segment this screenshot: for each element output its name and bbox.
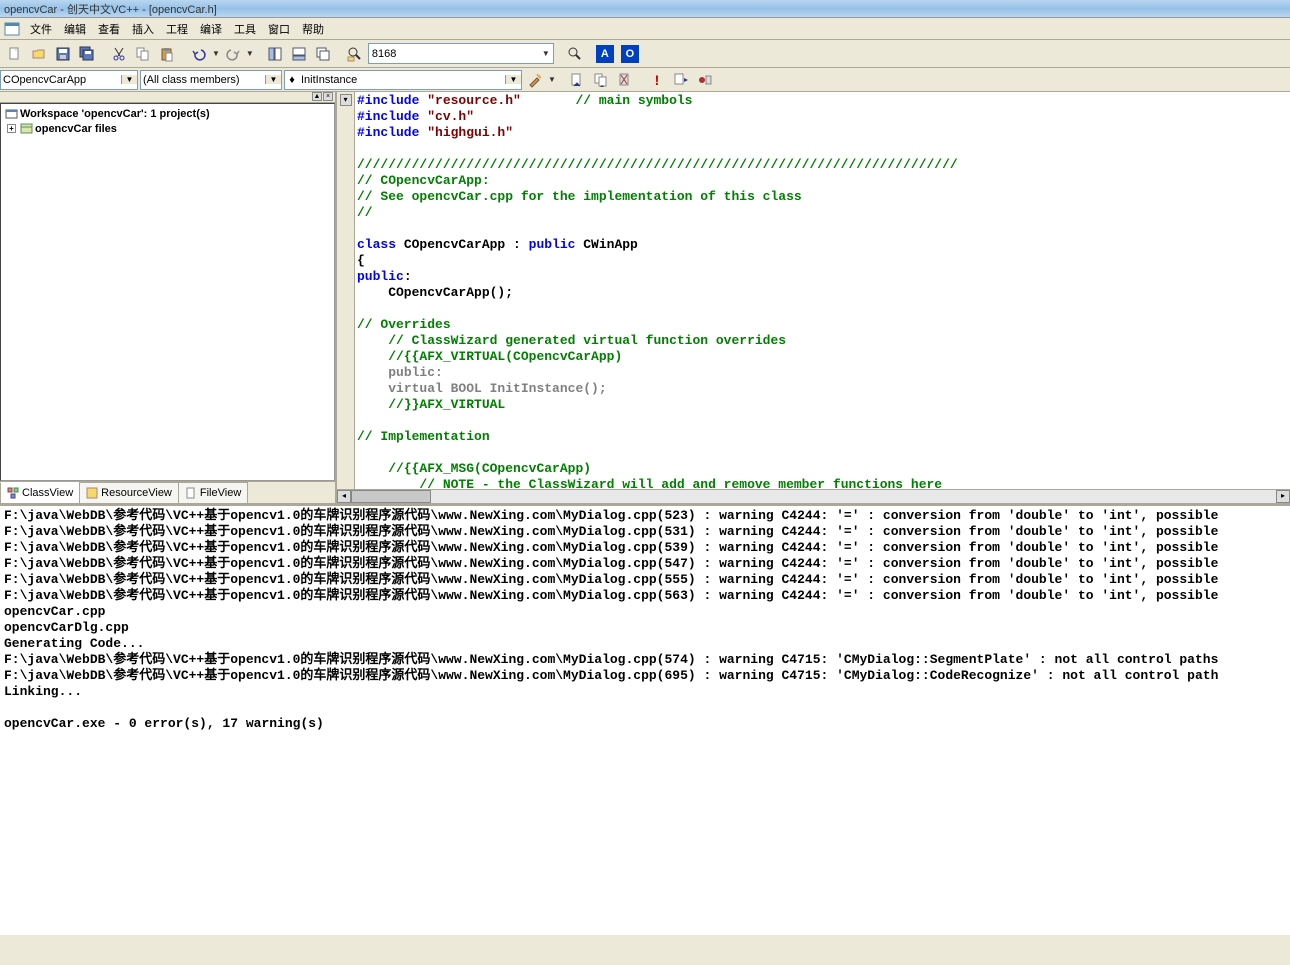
menu-view[interactable]: 查看 <box>92 19 126 39</box>
member-filter-value: (All class members) <box>141 74 265 86</box>
save-all-button[interactable] <box>76 43 98 65</box>
workspace-tree[interactable]: Workspace 'opencvCar': 1 project(s) + op… <box>0 103 335 481</box>
classview-icon <box>7 487 19 499</box>
expand-icon[interactable]: + <box>7 124 16 133</box>
menu-file[interactable]: 文件 <box>24 19 58 39</box>
project-label: opencvCar files <box>35 123 117 135</box>
class-combo-value: COpencvCarApp <box>1 74 121 86</box>
menu-bar: 文件 编辑 查看 插入 工程 编译 工具 窗口 帮助 <box>0 18 1290 40</box>
bookmark-toggle[interactable]: ▾ <box>340 94 352 106</box>
function-icon: ♦ <box>285 74 299 86</box>
sidebar-handles: ▲ × <box>0 92 335 103</box>
paste-button[interactable] <box>156 43 178 65</box>
workspace-icon <box>5 107 18 120</box>
sidebar-tabs: ClassView ResourceView FileView <box>0 481 335 503</box>
project-icon <box>20 122 33 135</box>
compile-button[interactable] <box>566 69 588 91</box>
scroll-thumb[interactable] <box>351 490 431 503</box>
redo-button[interactable] <box>222 43 244 65</box>
tab-classview[interactable]: ClassView <box>0 482 80 503</box>
classview-label: ClassView <box>22 487 73 499</box>
exclaim-icon: ! <box>655 72 660 88</box>
wizard-bar: COpencvCarApp ▼ (All class members) ▼ ♦ … <box>0 68 1290 92</box>
scroll-track[interactable] <box>351 490 1276 503</box>
code-editor[interactable]: #include "resource.h" // main symbols#in… <box>355 92 1290 489</box>
class-combo-arrow[interactable]: ▼ <box>121 75 137 84</box>
find-dropdown-arrow[interactable]: ▼ <box>542 49 550 58</box>
output-button[interactable] <box>288 43 310 65</box>
editor-gutter: ▾ <box>337 92 355 489</box>
main-area: ▲ × Workspace 'opencvCar': 1 project(s) … <box>0 92 1290 503</box>
window-title: opencvCar - 创天中文VC++ - [opencvCar.h] <box>4 1 217 17</box>
find-value: 8168 <box>372 48 396 60</box>
menu-build[interactable]: 编译 <box>194 19 228 39</box>
main-toolbar: ▼ ▼ 8168 ▼ A O <box>0 40 1290 68</box>
copy-button[interactable] <box>132 43 154 65</box>
indicator-o[interactable]: O <box>621 45 639 63</box>
breakpoint-button[interactable] <box>694 69 716 91</box>
undo-button[interactable] <box>188 43 210 65</box>
tab-resourceview[interactable]: ResourceView <box>79 482 179 503</box>
wizard-action-button[interactable] <box>524 69 546 91</box>
scroll-left-button[interactable]: ◂ <box>337 490 351 503</box>
menu-insert[interactable]: 插入 <box>126 19 160 39</box>
project-node[interactable]: + opencvCar files <box>3 121 332 136</box>
member-filter-arrow[interactable]: ▼ <box>265 75 281 84</box>
title-bar: opencvCar - 创天中文VC++ - [opencvCar.h] <box>0 0 1290 18</box>
fileview-icon <box>185 487 197 499</box>
resourceview-label: ResourceView <box>101 487 172 499</box>
workspace-button[interactable] <box>264 43 286 65</box>
system-menu-icon[interactable] <box>4 22 20 36</box>
find-in-files-button[interactable] <box>344 43 366 65</box>
menu-edit[interactable]: 编辑 <box>58 19 92 39</box>
go-button[interactable] <box>670 69 692 91</box>
workspace-root-label: Workspace 'opencvCar': 1 project(s) <box>20 108 210 120</box>
undo-dropdown[interactable]: ▼ <box>212 49 220 58</box>
menu-help[interactable]: 帮助 <box>296 19 330 39</box>
workspace-root-node[interactable]: Workspace 'opencvCar': 1 project(s) <box>3 106 332 121</box>
resourceview-icon <box>86 487 98 499</box>
menu-tools[interactable]: 工具 <box>228 19 262 39</box>
build-button[interactable] <box>590 69 612 91</box>
class-combo[interactable]: COpencvCarApp ▼ <box>0 70 138 90</box>
find-combo[interactable]: 8168 ▼ <box>368 43 554 64</box>
wizard-dropdown[interactable]: ▼ <box>548 75 556 84</box>
editor-hscroll[interactable]: ◂ ▸ <box>337 489 1290 503</box>
redo-dropdown[interactable]: ▼ <box>246 49 254 58</box>
sidebar-close-button[interactable]: × <box>323 92 333 101</box>
cut-button[interactable] <box>108 43 130 65</box>
indicator-a[interactable]: A <box>596 45 614 63</box>
stop-build-button[interactable] <box>614 69 636 91</box>
editor-wrap: ▾ #include "resource.h" // main symbols#… <box>337 92 1290 489</box>
new-button[interactable] <box>4 43 26 65</box>
sidebar-dock-button[interactable]: ▲ <box>312 92 322 101</box>
member-filter-combo[interactable]: (All class members) ▼ <box>140 70 282 90</box>
execute-button[interactable]: ! <box>646 69 668 91</box>
open-button[interactable] <box>28 43 50 65</box>
find-button[interactable] <box>564 43 586 65</box>
function-combo-arrow[interactable]: ▼ <box>505 75 521 84</box>
tab-fileview[interactable]: FileView <box>178 482 248 503</box>
scroll-right-button[interactable]: ▸ <box>1276 490 1290 503</box>
window-list-button[interactable] <box>312 43 334 65</box>
workspace-sidebar: ▲ × Workspace 'opencvCar': 1 project(s) … <box>0 92 337 503</box>
function-combo[interactable]: ♦ InitInstance ▼ <box>284 70 522 90</box>
editor-area: ▾ #include "resource.h" // main symbols#… <box>337 92 1290 503</box>
save-button[interactable] <box>52 43 74 65</box>
menu-window[interactable]: 窗口 <box>262 19 296 39</box>
fileview-label: FileView <box>200 487 241 499</box>
menu-project[interactable]: 工程 <box>160 19 194 39</box>
output-window[interactable]: F:\java\WebDB\参考代码\VC++基于opencv1.0的车牌识别程… <box>0 503 1290 935</box>
function-combo-value: InitInstance <box>299 74 505 86</box>
